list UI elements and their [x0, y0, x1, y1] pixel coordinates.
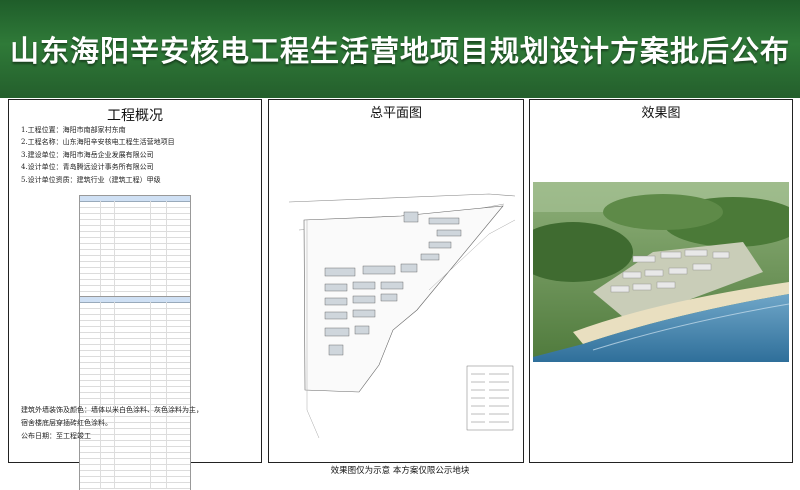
master-plan-title: 总平面图: [369, 106, 422, 121]
master-plan-drawing: [289, 193, 516, 439]
info-item-name: 2.工程名称：山东海阳辛安核电工程生活营地项目: [21, 138, 175, 147]
page-title: 山东海阳辛安核电工程生活营地项目规划设计方案批后公布: [9, 34, 790, 68]
info-item-location: 1.工程位置：海阳市南部家村东南: [21, 126, 126, 134]
master-plan-panel: 总平面图: [268, 99, 524, 463]
footer-note: 效果图仅为示意 本方案仅限公示地块: [330, 466, 470, 476]
info-item-qualification: 5.设计单位资质：建筑行业（建筑工程）甲级: [21, 175, 161, 184]
indicator-table-2: [79, 296, 191, 490]
overview-description: 建筑外墙装饰及颜色：墙体以米白色涂料、灰色涂料为主， 宿舍楼底层穿插砖红色涂料。…: [21, 404, 203, 443]
rendering-title: 效果图: [641, 106, 681, 121]
overview-info-list: 1.工程位置：海阳市南部家村东南 2.工程名称：山东海阳辛安核电工程生活营地项目…: [21, 124, 175, 186]
desc-facade-cont: 宿舍楼底层穿插砖红色涂料。: [21, 419, 112, 427]
desc-facade: 建筑外墙装饰及颜色：墙体以米白色涂料、灰色涂料为主，: [21, 406, 203, 414]
info-item-developer: 3.建设单位：海阳市海岳企业发展有限公司: [21, 150, 154, 159]
header-banner: 山东海阳辛安核电工程生活营地项目规划设计方案批后公布: [0, 0, 800, 98]
info-item-designer: 4.设计单位：青岛腾远设计事务所有限公司: [21, 163, 154, 172]
aerial-rendering-image: [533, 182, 789, 362]
desc-publish-date: 公布日期：至工程竣工: [21, 432, 91, 440]
rendering-panel: 效果图: [529, 99, 793, 463]
overview-title: 工程概况: [107, 108, 163, 124]
overview-panel: 工程概况 1.工程位置：海阳市南部家村东南 2.工程名称：山东海阳辛安核电工程生…: [8, 99, 262, 490]
